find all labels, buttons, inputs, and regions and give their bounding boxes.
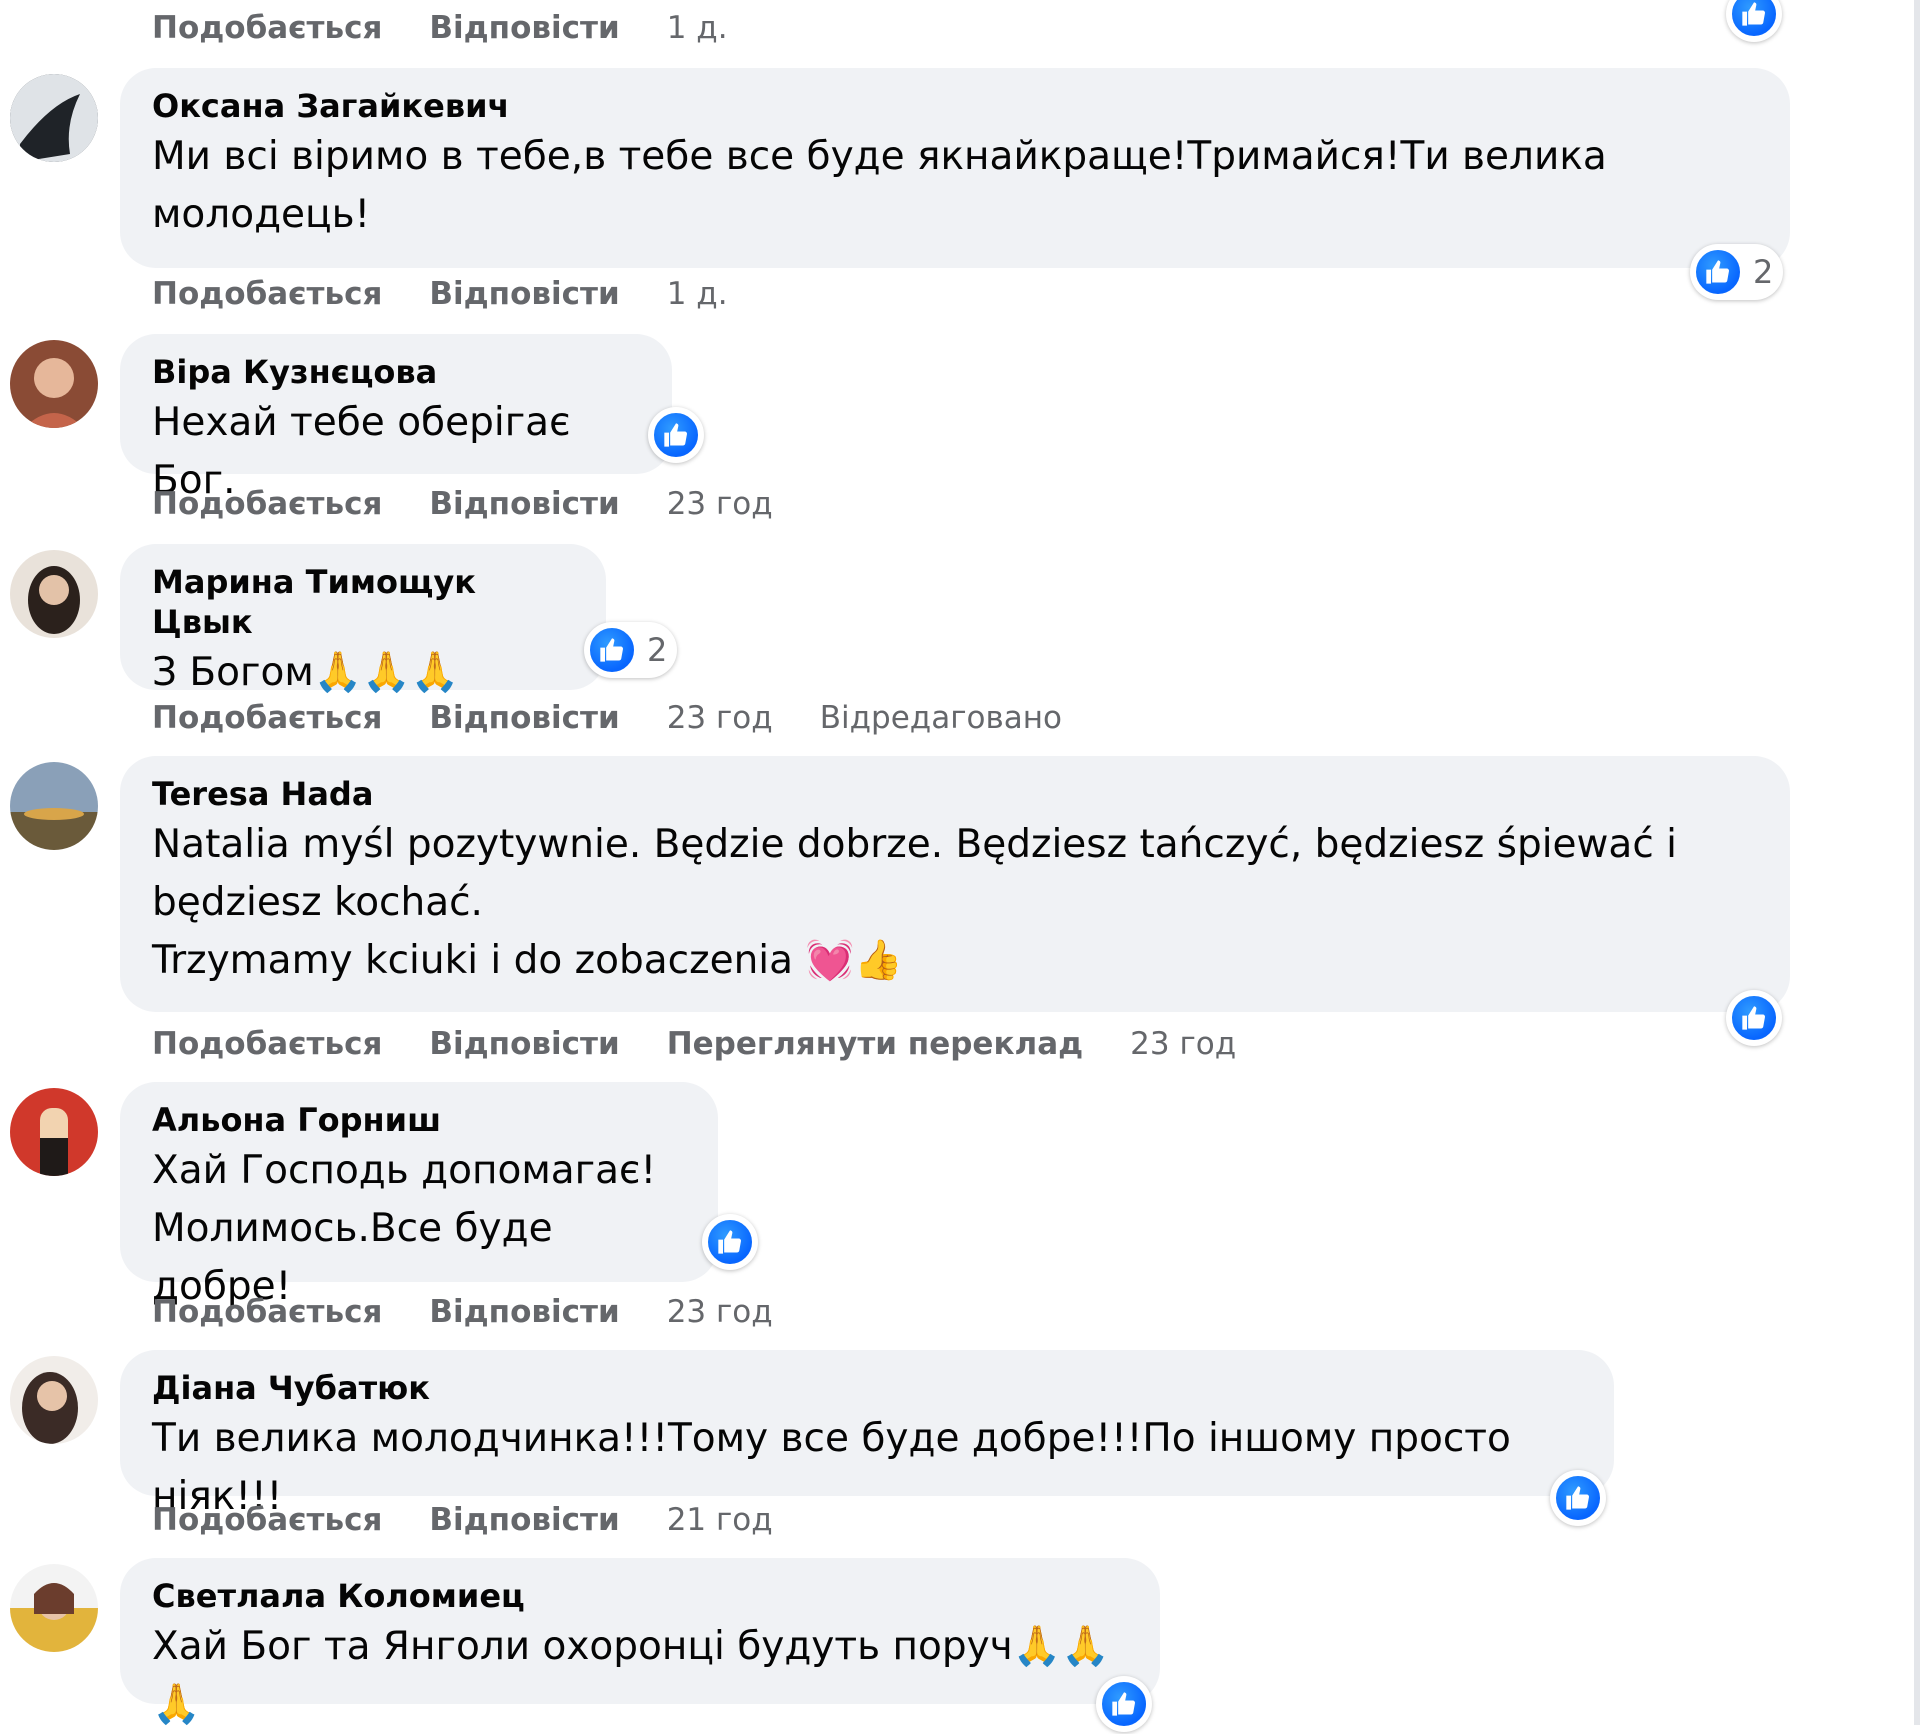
reply-action[interactable]: Відповісти bbox=[429, 698, 619, 738]
comment-author[interactable]: Марина Тимощук Цвык bbox=[152, 562, 574, 642]
like-action[interactable]: Подобається bbox=[152, 1024, 382, 1064]
avatar[interactable] bbox=[10, 550, 98, 638]
comment-actions: Подобається Відповісти 23 год bbox=[152, 1292, 773, 1332]
like-icon bbox=[1693, 247, 1743, 297]
comment-bubble: Марина Тимощук Цвык З Богом🙏🙏🙏 bbox=[120, 544, 606, 695]
avatar[interactable] bbox=[10, 1088, 98, 1176]
avatar[interactable] bbox=[10, 1356, 98, 1444]
comment-time[interactable]: 23 год bbox=[667, 1292, 773, 1332]
reaction-count: 2 bbox=[647, 631, 668, 669]
like-icon bbox=[587, 625, 637, 675]
avatar[interactable] bbox=[10, 74, 98, 162]
comment-bubble: Діана Чубатюк Ти велика молодчинка!!!Том… bbox=[120, 1350, 1614, 1519]
like-action[interactable]: Подобається bbox=[152, 1292, 382, 1332]
comment-author[interactable]: Альона Горниш bbox=[152, 1100, 686, 1140]
comment-text-line: молодець! bbox=[152, 192, 371, 237]
reaction-count: 2 bbox=[1753, 253, 1774, 291]
comment-bubble: Светлала Коломиец Хай Бог та Янголи охор… bbox=[120, 1558, 1160, 1727]
comment-bubble: Віра Кузнєцова Нехай тебе оберігає Бог. bbox=[120, 334, 672, 503]
reaction-badge[interactable] bbox=[702, 1214, 758, 1270]
comment-actions: Подобається Відповісти Переглянути перек… bbox=[152, 1024, 1236, 1064]
comment-text-line: Ми всі віримо в тебе,в тебе все буде якн… bbox=[152, 134, 1607, 179]
comment-author[interactable]: Светлала Коломиец bbox=[152, 1576, 1128, 1616]
edited-label[interactable]: Відредаговано bbox=[820, 698, 1062, 738]
like-action[interactable]: Подобається bbox=[152, 8, 382, 48]
like-icon bbox=[705, 1217, 755, 1267]
reaction-badge[interactable] bbox=[648, 407, 704, 463]
reply-action[interactable]: Відповісти bbox=[429, 1500, 619, 1540]
like-icon bbox=[1099, 1679, 1149, 1729]
like-icon bbox=[651, 410, 701, 460]
comment-actions: Подобається Відповісти 23 год Відредагов… bbox=[152, 698, 1062, 738]
comment-time[interactable]: 1 д. bbox=[667, 8, 728, 48]
comment-text-line: Trzymamy kciuki i do zobaczenia bbox=[152, 938, 794, 983]
pray-emoji-icon: 🙏🙏🙏 bbox=[313, 650, 460, 695]
comment-author[interactable]: Віра Кузнєцова bbox=[152, 352, 640, 392]
comment-actions: Подобається Відповісти 1 д. bbox=[152, 274, 728, 314]
reply-action[interactable]: Відповісти bbox=[429, 8, 619, 48]
like-action[interactable]: Подобається bbox=[152, 274, 382, 314]
see-translation-action[interactable]: Переглянути переклад bbox=[667, 1024, 1083, 1064]
like-action[interactable]: Подобається bbox=[152, 484, 382, 524]
comment-time[interactable]: 23 год bbox=[667, 698, 773, 738]
comment-text: Natalia myśl pozytywnie. Będzie dobrze. … bbox=[152, 816, 1758, 990]
reaction-badge[interactable]: 2 bbox=[584, 622, 678, 678]
reply-action[interactable]: Відповісти bbox=[429, 1292, 619, 1332]
reaction-badge[interactable] bbox=[1096, 1676, 1152, 1732]
comment-actions: Подобається Відповісти 21 год bbox=[152, 1500, 773, 1540]
comment-author[interactable]: Діана Чубатюк bbox=[152, 1368, 1582, 1408]
like-icon bbox=[1729, 993, 1779, 1043]
comment-time[interactable]: 1 д. bbox=[667, 274, 728, 314]
like-action[interactable]: Подобається bbox=[152, 1500, 382, 1540]
scrollbar[interactable] bbox=[1914, 0, 1920, 1725]
comment-text-line: Хай Бог та Янголи охоронці будуть поруч bbox=[152, 1624, 1013, 1669]
like-action[interactable]: Подобається bbox=[152, 698, 382, 738]
comment-actions: Подобається Відповісти 23 год bbox=[152, 484, 773, 524]
comment-actions-top: Подобається Відповісти 1 д. bbox=[152, 8, 728, 48]
comment-text: З Богом🙏🙏🙏 bbox=[152, 644, 574, 702]
comment-bubble: Альона Горниш Хай Господь допомагає! Мол… bbox=[120, 1082, 718, 1309]
comment-author[interactable]: Teresa Hada bbox=[152, 774, 1758, 814]
comment-text-line: Natalia myśl pozytywnie. Będzie dobrze. … bbox=[152, 822, 1677, 867]
comment-text: Хай Господь допомагає! Молимось.Все буде… bbox=[152, 1142, 686, 1316]
like-icon bbox=[1729, 0, 1779, 39]
comment-text: Хай Бог та Янголи охоронці будуть поруч🙏… bbox=[152, 1618, 1128, 1734]
avatar[interactable] bbox=[10, 762, 98, 850]
reaction-badge[interactable] bbox=[1726, 990, 1782, 1046]
reply-action[interactable]: Відповісти bbox=[429, 1024, 619, 1064]
reply-action[interactable]: Відповісти bbox=[429, 484, 619, 524]
reaction-badge[interactable]: 2 bbox=[1690, 244, 1784, 300]
avatar[interactable] bbox=[10, 340, 98, 428]
avatar[interactable] bbox=[10, 1564, 98, 1652]
heart-emoji-icon: 💓👍 bbox=[805, 938, 903, 983]
comment-text-line: З Богом bbox=[152, 650, 314, 695]
comment-time[interactable]: 21 год bbox=[667, 1500, 773, 1540]
comment-time[interactable]: 23 год bbox=[667, 484, 773, 524]
comment-bubble: Оксана Загайкевич Ми всі віримо в тебе,в… bbox=[120, 68, 1790, 268]
comment-time[interactable]: 23 год bbox=[1130, 1024, 1236, 1064]
like-icon bbox=[1553, 1473, 1603, 1523]
comment-author[interactable]: Оксана Загайкевич bbox=[152, 86, 1758, 126]
reply-action[interactable]: Відповісти bbox=[429, 274, 619, 314]
comment-text: Ми всі віримо в тебе,в тебе все буде якн… bbox=[152, 128, 1758, 244]
comment-text-line: będziesz kochać. bbox=[152, 880, 483, 925]
comment-bubble: Teresa Hada Natalia myśl pozytywnie. Będ… bbox=[120, 756, 1790, 1012]
reaction-badge[interactable] bbox=[1550, 1470, 1606, 1526]
comment-text-line: Хай Господь допомагає! bbox=[152, 1148, 657, 1193]
reaction-badge-top[interactable] bbox=[1726, 0, 1782, 42]
